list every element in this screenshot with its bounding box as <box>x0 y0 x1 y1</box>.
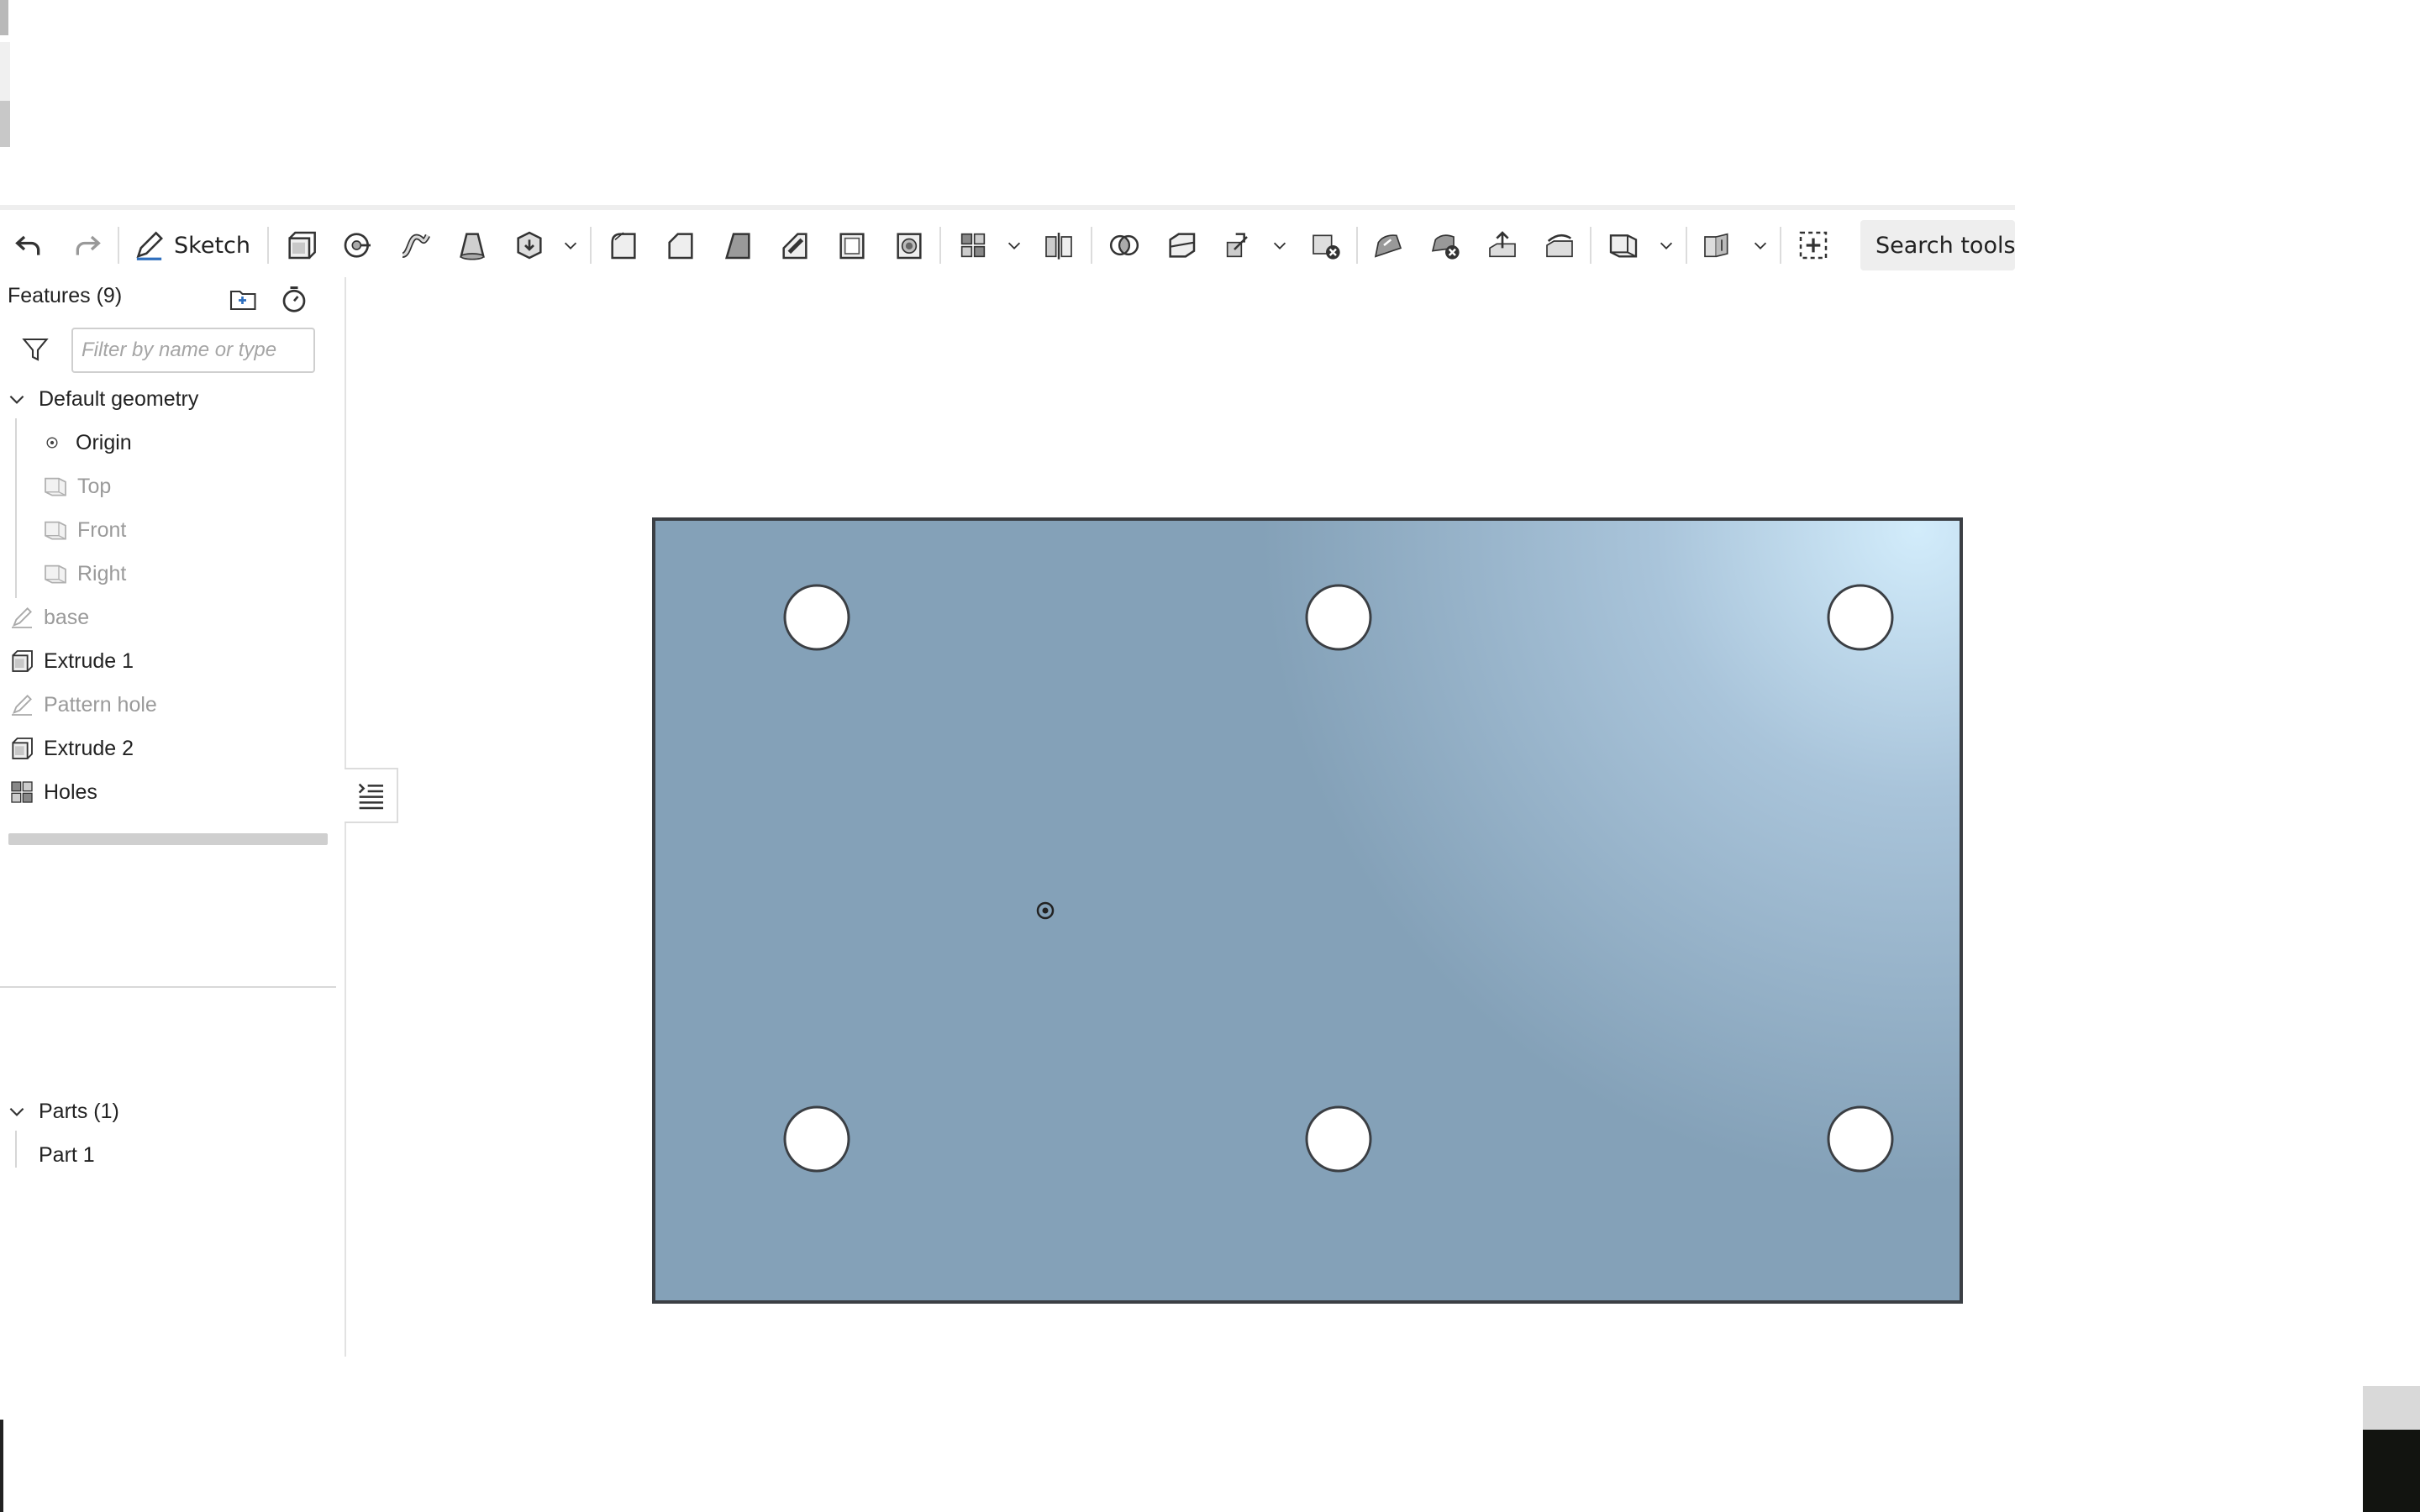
extrude-icon <box>12 738 33 759</box>
fillet-icon[interactable] <box>607 222 640 269</box>
hole-icon[interactable] <box>892 222 926 269</box>
window-corner-dark <box>2363 1430 2420 1512</box>
feature-toolbar: Sketch Search tools <box>0 205 2015 282</box>
thicken-icon[interactable] <box>513 222 546 269</box>
default-geometry-label: Default geometry <box>39 386 199 411</box>
delete-part-icon[interactable] <box>1309 222 1343 269</box>
linear-pattern-icon[interactable] <box>956 222 990 269</box>
hole[interactable] <box>783 1105 850 1173</box>
chevron-down-icon <box>9 395 24 404</box>
sketch-button[interactable]: Sketch <box>133 222 250 269</box>
plane-icon[interactable] <box>1607 222 1640 269</box>
tree-item-front[interactable]: Front <box>42 511 126 549</box>
feature-base[interactable]: base <box>8 598 89 637</box>
tree-item-label: Front <box>77 517 127 542</box>
parts-divider <box>0 986 336 988</box>
filter-input[interactable] <box>71 328 315 373</box>
chevron-down-icon <box>9 1107 24 1116</box>
tree-item-origin[interactable]: Origin <box>44 423 132 462</box>
mirror-icon[interactable] <box>1042 222 1076 269</box>
panel-title: Features (9) <box>8 284 123 307</box>
redo-icon[interactable] <box>71 222 104 269</box>
tree-item-top[interactable]: Top <box>42 467 111 506</box>
plane-icon <box>45 521 66 540</box>
part-item[interactable]: Part 1 <box>39 1136 95 1174</box>
delete-face-icon[interactable] <box>1428 222 1462 269</box>
feature-extrude-1[interactable]: Extrude 1 <box>8 642 134 680</box>
search-tools-button[interactable]: Search tools... <box>1860 220 2015 270</box>
extrude-icon <box>12 650 33 672</box>
parts-toggle[interactable]: Parts (1) <box>0 1092 119 1131</box>
origin-icon <box>46 437 58 449</box>
feature-label: Extrude 1 <box>44 648 134 673</box>
search-tools-label: Search tools... <box>1876 232 2015 259</box>
feature-label: base <box>44 605 90 629</box>
sweep-icon[interactable] <box>398 222 432 269</box>
hole[interactable] <box>1305 1105 1372 1173</box>
feature-label: Holes <box>44 780 97 804</box>
hole[interactable] <box>783 584 850 651</box>
modify-fillet-icon[interactable] <box>1371 222 1405 269</box>
chevron-down-icon[interactable] <box>1657 222 1676 269</box>
mate-connector-icon[interactable] <box>1701 222 1734 269</box>
rib-icon[interactable] <box>778 222 812 269</box>
boolean-icon[interactable] <box>1107 222 1141 269</box>
feature-panel: Features (9) Default geometry Origin Top… <box>0 277 346 1357</box>
chevron-down-icon[interactable] <box>561 222 580 269</box>
hole[interactable] <box>1827 1105 1894 1173</box>
tree-item-label: Top <box>77 474 112 498</box>
chevron-down-icon[interactable] <box>1270 222 1289 269</box>
chamfer-icon[interactable] <box>664 222 697 269</box>
transform-icon[interactable] <box>1222 222 1255 269</box>
feature-list-scrollbar[interactable] <box>8 833 328 845</box>
part-label: Part 1 <box>39 1142 95 1167</box>
chevron-down-icon[interactable] <box>1751 222 1770 269</box>
window-edge <box>0 1420 3 1512</box>
draft-icon[interactable] <box>721 222 755 269</box>
rollback-timer-icon[interactable] <box>276 281 313 318</box>
split-icon[interactable] <box>1165 222 1198 269</box>
tree-item-label: Origin <box>76 430 132 454</box>
default-geometry-toggle[interactable]: Default geometry <box>0 380 198 418</box>
feature-label: Pattern hole <box>44 692 157 717</box>
tree-item-right[interactable]: Right <box>42 554 126 593</box>
sketch-label: Sketch <box>174 232 250 259</box>
graphics-viewport[interactable] <box>346 277 2420 1357</box>
shell-icon[interactable] <box>835 222 869 269</box>
sketch-icon <box>12 607 32 628</box>
add-folder-icon[interactable] <box>225 281 262 318</box>
replace-face-icon[interactable] <box>1543 222 1576 269</box>
hole[interactable] <box>1305 584 1372 651</box>
plane-icon <box>45 564 66 584</box>
hole[interactable] <box>1827 584 1894 651</box>
feature-label: Extrude 2 <box>44 736 134 760</box>
chevron-down-icon[interactable] <box>1005 222 1023 269</box>
revolve-icon[interactable] <box>341 222 375 269</box>
plane-icon <box>45 477 66 496</box>
part-body[interactable] <box>652 517 1963 1304</box>
section-view-icon[interactable] <box>1797 222 1830 269</box>
move-face-icon[interactable] <box>1486 222 1519 269</box>
part-view <box>652 517 1963 1304</box>
undo-icon[interactable] <box>12 222 45 269</box>
parts-label: Parts (1) <box>39 1099 119 1123</box>
filter-icon[interactable] <box>20 334 50 368</box>
window-corner <box>2363 1386 2420 1430</box>
tree-item-label: Right <box>77 561 127 585</box>
feature-holes[interactable]: Holes <box>8 773 97 811</box>
loft-icon[interactable] <box>455 222 489 269</box>
window-edge-strip <box>0 0 10 189</box>
sketch-icon <box>136 231 163 260</box>
sketch-icon <box>12 695 32 716</box>
pattern-icon <box>11 781 33 803</box>
feature-pattern-hole[interactable]: Pattern hole <box>8 685 157 724</box>
extrude-icon[interactable] <box>284 222 318 269</box>
feature-extrude-2[interactable]: Extrude 2 <box>8 729 134 768</box>
